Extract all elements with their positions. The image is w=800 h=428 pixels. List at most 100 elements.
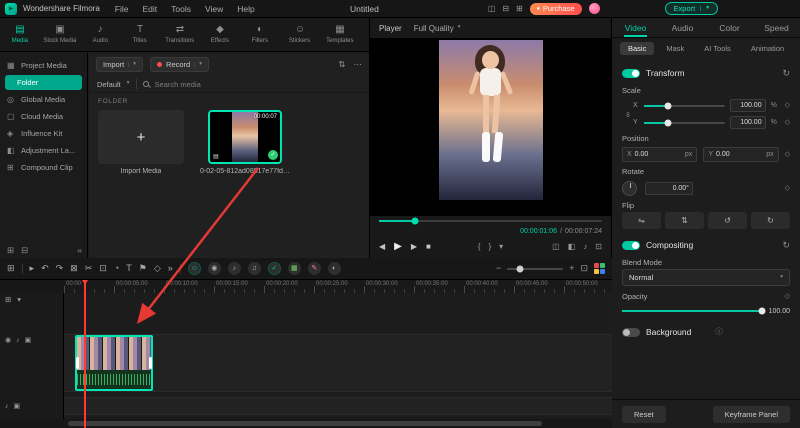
ai-feature-icon-4[interactable]: ♫: [247, 262, 261, 275]
rotate-value[interactable]: 0.00°: [645, 181, 693, 195]
ai-feature-icon-3[interactable]: ♪: [227, 262, 241, 275]
split-icon[interactable]: ✂: [85, 264, 93, 273]
flip-horizontal-button[interactable]: ⇋: [622, 212, 661, 229]
ai-feature-icon-6[interactable]: ▦: [287, 262, 301, 275]
tab-stock-media[interactable]: ▣ Stock Media: [40, 25, 80, 44]
tab-stickers[interactable]: ☺ Stickers: [280, 25, 320, 44]
transform-toggle[interactable]: [622, 68, 640, 78]
sidebar-item-adjustment-layer[interactable]: ◧ Adjustment La...: [0, 142, 87, 159]
mute-icon[interactable]: ♪: [16, 337, 20, 344]
opacity-keyframe-icon[interactable]: ◇: [785, 293, 790, 300]
subtab-animation[interactable]: Animation: [743, 42, 792, 55]
add-track-icon[interactable]: ⊞: [5, 296, 11, 304]
eye-icon[interactable]: ◉: [5, 337, 11, 344]
opacity-handle[interactable]: [758, 307, 766, 315]
tab-color[interactable]: Color: [706, 18, 753, 37]
lock-icon[interactable]: ▣: [14, 403, 21, 410]
subtab-basic[interactable]: Basic: [620, 41, 655, 55]
scale-y-slider[interactable]: [644, 119, 725, 126]
purchase-button[interactable]: ♦ Purchase: [529, 2, 582, 15]
rotate-keyframe-icon[interactable]: ◇: [785, 185, 790, 192]
menu-tools[interactable]: Tools: [164, 4, 198, 14]
scale-y-value[interactable]: 100.00: [729, 116, 766, 129]
flip-vertical-button[interactable]: ⇅: [665, 212, 704, 229]
marker-icon[interactable]: ⚑: [139, 264, 147, 273]
sort-filter-icon[interactable]: ⇅: [338, 60, 345, 69]
speed-icon[interactable]: ◔: [114, 264, 119, 273]
reset-compositing-icon[interactable]: ↻: [782, 240, 790, 250]
delete-icon[interactable]: ⊠: [70, 264, 78, 273]
position-y-field[interactable]: Y 0.00 px: [703, 147, 779, 162]
dual-screen-icon[interactable]: ⊟: [502, 4, 509, 13]
ai-feature-icon-7[interactable]: ✎: [307, 262, 321, 275]
ai-feature-icon-2[interactable]: ◉: [207, 262, 221, 275]
text-tool-icon[interactable]: T: [126, 264, 132, 273]
scale-y-handle[interactable]: [664, 119, 672, 126]
scale-x-keyframe-icon[interactable]: ◇: [785, 102, 790, 109]
ai-feature-icon-1[interactable]: ☺: [187, 262, 201, 275]
user-avatar[interactable]: [588, 3, 600, 14]
menu-edit[interactable]: Edit: [135, 4, 164, 14]
scale-x-slider[interactable]: [644, 102, 725, 109]
timeline-clip[interactable]: [75, 335, 153, 391]
search-input[interactable]: [154, 79, 361, 89]
manage-tracks-icon[interactable]: ⊞: [7, 264, 15, 273]
track-area[interactable]: [64, 293, 612, 419]
fullscreen-icon[interactable]: ⊡: [595, 243, 602, 251]
redo-icon[interactable]: ↷: [56, 264, 64, 273]
ai-feature-icon-5[interactable]: ✓: [267, 262, 281, 275]
blend-mode-dropdown[interactable]: Normal ▾: [622, 269, 790, 286]
pointer-tool-icon[interactable]: ▸: [30, 264, 35, 273]
progress-handle[interactable]: [411, 217, 419, 225]
menu-help[interactable]: Help: [230, 4, 261, 14]
lock-icon[interactable]: ▣: [25, 337, 32, 344]
shrink-icon[interactable]: ⊞: [516, 4, 523, 13]
tab-media[interactable]: ▤ Media: [0, 25, 40, 44]
stop-button[interactable]: ■: [426, 243, 431, 251]
compositing-toggle[interactable]: [622, 240, 640, 250]
position-x-field[interactable]: X 0.00 px: [622, 147, 698, 162]
menu-file[interactable]: File: [108, 4, 136, 14]
scale-x-value[interactable]: 100.00: [729, 99, 766, 112]
zoom-out-icon[interactable]: −: [496, 264, 501, 273]
default-filter-dropdown[interactable]: Default: [97, 80, 121, 89]
menu-view[interactable]: View: [198, 4, 230, 14]
tab-effects[interactable]: ◆ Effects: [200, 25, 240, 44]
previous-frame-button[interactable]: ◀: [379, 243, 385, 251]
mute-icon[interactable]: ♪: [5, 403, 9, 410]
timeline-horizontal-scrollbar[interactable]: [68, 421, 542, 426]
next-frame-button[interactable]: ▶: [411, 243, 417, 251]
timeline-ruler[interactable]: 00:00 00:00:05:00 00:00:10:00 00:00:15:0…: [64, 280, 612, 293]
audio-track-lane[interactable]: [64, 397, 612, 415]
import-media-tile[interactable]: +: [98, 110, 184, 164]
subtab-mask[interactable]: Mask: [658, 42, 692, 55]
playhead[interactable]: [81, 280, 88, 428]
speaker-icon[interactable]: ♪: [583, 243, 587, 251]
sidebar-item-project-media[interactable]: ▦ Project Media: [0, 57, 87, 74]
background-toggle[interactable]: [622, 327, 640, 337]
delete-folder-icon[interactable]: ⊟: [21, 245, 28, 255]
track-size-icon[interactable]: [594, 263, 605, 274]
track-options-caret-icon[interactable]: ▾: [17, 296, 21, 304]
new-folder-icon[interactable]: ⊞: [7, 245, 14, 255]
display-mode-icon[interactable]: ◫: [552, 243, 560, 251]
snapshot-icon[interactable]: ◧: [568, 243, 576, 251]
mark-out-icon[interactable]: }: [488, 243, 491, 251]
scale-y-keyframe-icon[interactable]: ◇: [785, 119, 790, 126]
record-button[interactable]: Record ▾: [150, 57, 209, 72]
tab-filters[interactable]: ◐ Filters: [240, 25, 280, 44]
reset-button[interactable]: Reset: [622, 405, 666, 423]
zoom-in-icon[interactable]: +: [569, 264, 574, 273]
undo-icon[interactable]: ↶: [41, 264, 49, 273]
collapse-sidebar-icon[interactable]: «: [77, 245, 82, 255]
quality-dropdown[interactable]: Full Quality ▾: [414, 24, 461, 33]
link-scale-icon[interactable]: ∞: [624, 112, 631, 117]
tab-video[interactable]: Video: [612, 18, 659, 37]
tab-speed[interactable]: Speed: [753, 18, 800, 37]
keyframe-tool-icon[interactable]: ◇: [154, 264, 161, 273]
tab-audio[interactable]: ♪ Audio: [80, 25, 120, 44]
layout-icon[interactable]: ◫: [488, 4, 496, 13]
tab-templates[interactable]: ▦ Templates: [320, 25, 360, 44]
rotate-ccw-button[interactable]: ↺: [708, 212, 747, 229]
media-clip-thumbnail[interactable]: 00:00:07 ▤ ✓: [208, 110, 282, 164]
